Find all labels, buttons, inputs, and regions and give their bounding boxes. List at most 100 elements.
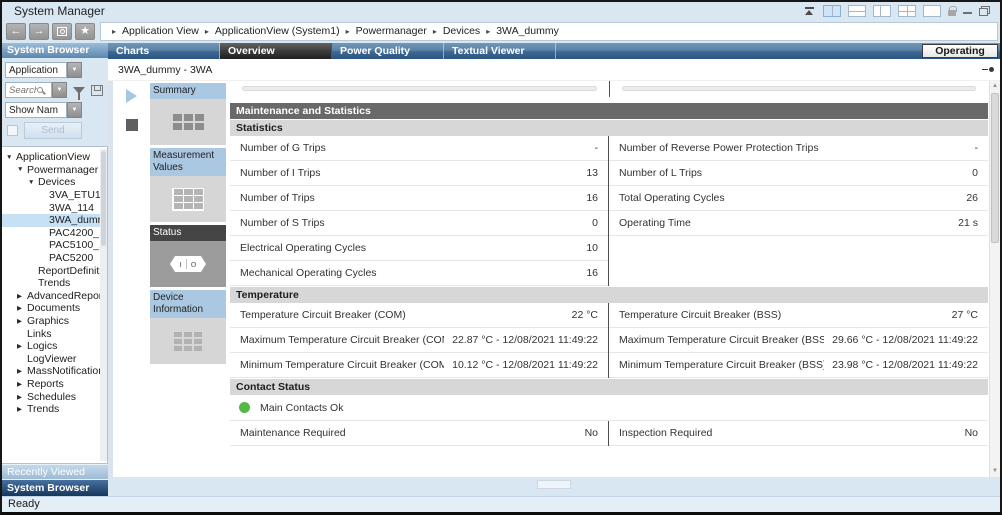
search-options-arrow-icon[interactable]: ▼	[52, 82, 67, 98]
tab-power-quality[interactable]: Power Quality	[332, 43, 444, 59]
tree-item-graphics[interactable]: ▶Graphics	[2, 315, 100, 328]
data-row: Maintenance RequiredNo	[230, 421, 608, 446]
tree-item-3wa-dummy[interactable]: 3WA_dummy	[2, 214, 100, 227]
tree-expander-icon[interactable]: ▶	[17, 367, 27, 375]
widget-item-label: Status	[150, 225, 226, 241]
breadcrumb-item-powermanager[interactable]: Powermanager	[356, 25, 427, 37]
tab-textual-viewer[interactable]: Textual Viewer	[444, 43, 556, 59]
layout-quad-icon[interactable]	[898, 5, 916, 17]
scroll-down-icon[interactable]: ▼	[990, 466, 1000, 477]
scroll-up-icon[interactable]: ▲	[990, 81, 1000, 92]
row-value: No	[965, 427, 978, 439]
row-value: 22 °C	[572, 309, 598, 321]
tree-item-reportdefinition[interactable]: ReportDefinition	[2, 264, 100, 277]
favorites-button[interactable]: ★	[75, 23, 95, 40]
left-scrollbar-thumb[interactable]	[242, 86, 597, 91]
view-selector-arrow-icon[interactable]: ▼	[67, 62, 82, 78]
breadcrumb-item-applicationview-system1-[interactable]: ApplicationView (System1)	[215, 25, 340, 37]
tree-item-massnotification[interactable]: ▶MassNotification	[2, 365, 100, 378]
tree-expander-icon[interactable]: ▼	[28, 179, 38, 186]
search-box[interactable]	[5, 82, 52, 98]
play-icon[interactable]	[126, 89, 137, 103]
save-filter-icon[interactable]	[91, 85, 103, 96]
row-label: Minimum Temperature Circuit Breaker (BSS…	[619, 359, 824, 371]
tree-item-trends[interactable]: Trends	[2, 277, 100, 290]
tree-item-label: Powermanager	[27, 164, 98, 176]
right-scrollbar-thumb[interactable]	[622, 86, 977, 91]
send-checkbox[interactable]	[7, 125, 18, 136]
forward-button[interactable]: →	[29, 23, 49, 40]
tree-expander-icon[interactable]: ▶	[17, 304, 27, 312]
left-column-scrollbar[interactable]	[230, 81, 610, 97]
sidebar-footer: Recently ViewedSystem Browser	[2, 464, 108, 496]
right-column-scrollbar[interactable]	[610, 81, 989, 97]
tree-item-logviewer[interactable]: LogViewer	[2, 353, 100, 366]
search-icon	[37, 87, 43, 93]
tree-expander-icon[interactable]: ▶	[17, 380, 27, 388]
display-mode-arrow-icon[interactable]: ▼	[67, 102, 82, 118]
lock-icon[interactable]	[948, 10, 956, 16]
tree-item-devices[interactable]: ▼Devices	[2, 176, 100, 189]
operating-mode-button[interactable]: Operating	[922, 44, 998, 58]
widget-item-measurement-values[interactable]: Measurement Values	[150, 148, 226, 222]
breadcrumb-item-devices[interactable]: Devices	[443, 25, 480, 37]
view-selector[interactable]: Application	[5, 62, 67, 78]
tab-overview[interactable]: Overview	[220, 43, 332, 59]
tree-item-applicationview[interactable]: ▼ApplicationView	[2, 151, 100, 164]
tree-item-links[interactable]: Links	[2, 327, 100, 340]
tree-item-pac5200[interactable]: PAC5200	[2, 252, 100, 265]
pin-icon[interactable]	[980, 66, 994, 74]
layout-single-icon[interactable]	[923, 5, 941, 17]
layout-split-vertical-icon[interactable]	[823, 5, 841, 17]
sidebar-footer-system-browser[interactable]: System Browser	[2, 479, 108, 496]
tree-item-schedules[interactable]: ▶Schedules	[2, 390, 100, 403]
tree-item-pac5100-1[interactable]: PAC5100_1	[2, 239, 100, 252]
widget-item-summary[interactable]: Summary	[150, 83, 226, 145]
row-label: Electrical Operating Cycles	[240, 242, 366, 254]
app-window: System Manager ←→★ ▸Application View▸App…	[0, 0, 1002, 515]
breadcrumb-item-application-view[interactable]: Application View	[122, 25, 199, 37]
tree-expander-icon[interactable]: ▼	[17, 166, 27, 173]
tree-item-pac4200-1[interactable]: PAC4200_1	[2, 227, 100, 240]
tree-item-reports[interactable]: ▶Reports	[2, 378, 100, 391]
tree-item-logics[interactable]: ▶Logics	[2, 340, 100, 353]
tree-scrollbar-thumb[interactable]	[101, 151, 106, 246]
tree-expander-icon[interactable]: ▶	[17, 342, 27, 350]
search-input[interactable]	[9, 85, 37, 96]
tree-item-3va-etu1[interactable]: 3VA_ETU1	[2, 189, 100, 202]
filter-icon[interactable]	[73, 87, 85, 94]
layout-split-horizontal-icon[interactable]	[848, 5, 866, 17]
tree-expander-icon[interactable]: ▶	[17, 405, 27, 413]
tab-charts[interactable]: Charts	[108, 43, 220, 59]
sidebar-footer-recently-viewed[interactable]: Recently Viewed	[2, 464, 108, 479]
widget-item-device-information[interactable]: Device Information	[150, 290, 226, 364]
breadcrumb-item-3wa-dummy[interactable]: 3WA_dummy	[496, 25, 559, 37]
tree-item-documents[interactable]: ▶Documents	[2, 302, 100, 315]
send-button[interactable]: Send	[24, 122, 82, 139]
history-button[interactable]	[52, 23, 72, 40]
minimize-icon[interactable]	[963, 6, 972, 16]
row-value: 27 °C	[952, 309, 978, 321]
tree-item-powermanager[interactable]: ▼Powermanager	[2, 164, 100, 177]
tree-expander-icon[interactable]: ▶	[17, 317, 27, 325]
restore-icon[interactable]	[979, 6, 990, 16]
tree-item-label: 3VA_ETU1	[49, 189, 100, 201]
tree-expander-icon[interactable]: ▶	[17, 292, 27, 300]
widget-item-status[interactable]: StatusIO	[150, 225, 226, 287]
tree-item-trends[interactable]: ▶Trends	[2, 403, 100, 416]
content-scrollbar[interactable]: ▲ ▼	[989, 81, 1000, 477]
layout-pane-left-icon[interactable]	[873, 5, 891, 17]
tree-expander-icon[interactable]: ▼	[6, 154, 16, 161]
back-button[interactable]: ←	[6, 23, 26, 40]
tree-item-advancedreporting[interactable]: ▶AdvancedReporting	[2, 290, 100, 303]
collapse-top-icon[interactable]	[804, 6, 816, 16]
content-groups: StatisticsNumber of G Trips-Number of I …	[230, 120, 988, 446]
arrow-left-icon: ←	[11, 26, 22, 37]
tree-item-3wa-114[interactable]: 3WA_114	[2, 201, 100, 214]
stop-icon[interactable]	[126, 119, 138, 131]
tree-expander-icon[interactable]: ▶	[17, 393, 27, 401]
tree-scrollbar[interactable]	[100, 149, 107, 461]
display-mode-selector[interactable]: Show Nam	[5, 102, 67, 118]
horizontal-scrollbar-thumb[interactable]	[537, 480, 571, 489]
content-scrollbar-thumb[interactable]	[991, 93, 999, 243]
